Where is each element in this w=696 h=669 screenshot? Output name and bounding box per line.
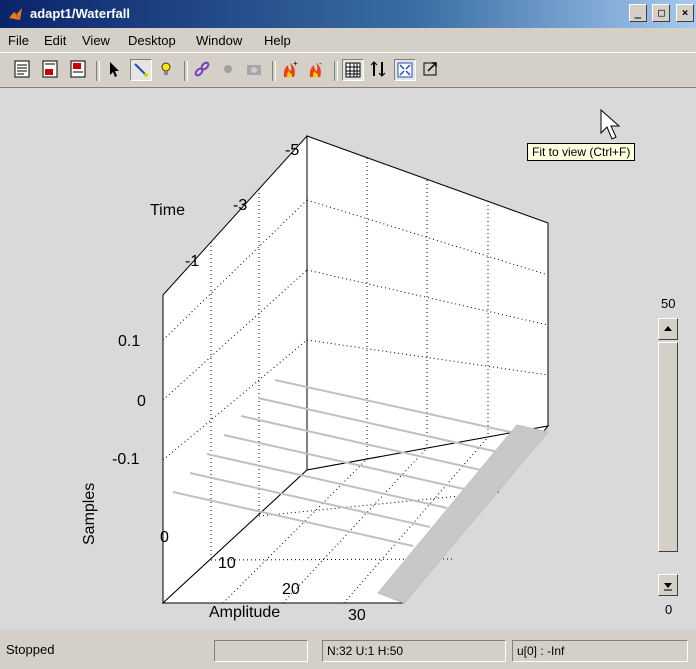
minimize-button[interactable]: _ — [628, 4, 647, 22]
waterfall-plot-area[interactable]: Time -5 -3 -1 0.1 0 -0.1 Samples 0 10 20… — [0, 88, 696, 630]
slider-max-label: 50 — [661, 296, 676, 311]
status-value: u[0] : -Inf — [512, 640, 688, 662]
scroll-up-button[interactable] — [658, 318, 678, 340]
amplitude-tick: 10 — [218, 555, 236, 572]
waterfall-3d-plot[interactable]: Time -5 -3 -1 0.1 0 -0.1 Samples 0 10 20… — [0, 88, 696, 630]
status-field-empty — [214, 640, 308, 662]
svg-text:-: - — [319, 59, 322, 68]
amplitude-axis-label: Amplitude — [209, 604, 280, 621]
samples-tick: 0 — [137, 393, 146, 410]
window-title: adapt1/Waterfall — [30, 6, 130, 21]
menu-desktop[interactable]: Desktop — [128, 33, 176, 48]
samples-tick: -0.1 — [112, 451, 140, 468]
amplitude-tick: 0 — [160, 529, 169, 546]
menu-edit[interactable]: Edit — [44, 33, 66, 48]
time-axis-label: Time — [150, 202, 185, 219]
grid-icon[interactable] — [342, 59, 364, 81]
select-arrow-icon[interactable] — [104, 59, 126, 81]
back-wall-right — [306, 135, 549, 471]
time-tick: -5 — [285, 142, 299, 159]
axis-limits-icon[interactable] — [368, 59, 390, 81]
menu-bar: File Edit View Desktop Window Help — [0, 28, 696, 52]
samples-axis-label: Samples — [81, 483, 98, 545]
amplitude-tick: 30 — [348, 607, 366, 624]
link-icon[interactable] — [192, 59, 214, 81]
mouse-cursor-icon — [600, 109, 621, 140]
status-info: N:32 U:1 H:50 — [322, 640, 506, 662]
scroll-down-button[interactable] — [658, 574, 678, 596]
resize-icon[interactable] — [420, 59, 442, 81]
tooltip: Fit to view (Ctrl+F) — [527, 143, 636, 161]
menu-help[interactable]: Help — [264, 33, 291, 48]
camera-icon[interactable] — [244, 59, 266, 81]
svg-text:+: + — [293, 59, 298, 68]
title-bar: adapt1/Waterfall _ □ × — [0, 0, 696, 28]
maximize-button[interactable]: □ — [652, 4, 671, 22]
time-tick: -3 — [233, 197, 247, 214]
flame-minus-icon[interactable]: - — [306, 59, 328, 81]
record-dot-icon[interactable] — [218, 59, 240, 81]
export-icon[interactable] — [40, 59, 62, 81]
time-tick: -1 — [185, 253, 199, 270]
close-button[interactable]: × — [676, 4, 694, 22]
slider-min-label: 0 — [665, 602, 673, 617]
parameters-icon[interactable] — [12, 59, 34, 81]
flame-plus-icon[interactable]: + — [280, 59, 302, 81]
menu-view[interactable]: View — [82, 33, 110, 48]
toolbar: + - — [0, 52, 696, 88]
menu-file[interactable]: File — [8, 33, 29, 48]
samples-tick: 0.1 — [118, 333, 140, 350]
status-bar: Stopped N:32 U:1 H:50 u[0] : -Inf — [0, 632, 696, 669]
fit-to-view-icon[interactable] — [394, 59, 416, 81]
status-state: Stopped — [6, 642, 55, 657]
zoom-rotate-icon[interactable] — [130, 59, 152, 81]
matlab-logo-icon — [9, 8, 22, 20]
menu-window[interactable]: Window — [196, 33, 242, 48]
light-bulb-icon[interactable] — [156, 59, 178, 81]
amplitude-tick: 20 — [282, 581, 300, 598]
history-icon[interactable] — [68, 59, 90, 81]
slider-thumb[interactable] — [658, 342, 678, 552]
